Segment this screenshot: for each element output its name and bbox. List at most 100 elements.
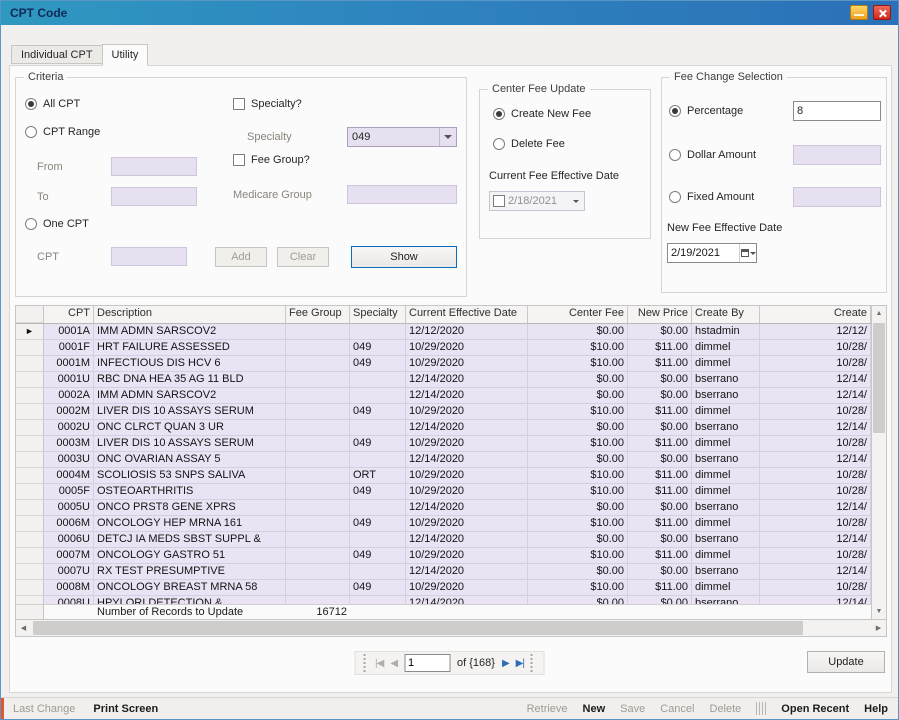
grid-row-selector[interactable] [16,452,44,468]
fixed-amount-radio[interactable]: Fixed Amount [669,191,754,203]
grid-cell[interactable]: dimmel [692,356,760,372]
grid-cell[interactable]: 12/14/2020 [406,452,528,468]
grid-cell[interactable]: HRT FAILURE ASSESSED [94,340,286,356]
grid-cell[interactable]: $0.00 [628,532,692,548]
grid-cell[interactable]: bserrano [692,596,760,604]
grid-cell[interactable] [350,324,406,340]
grid-cell[interactable] [350,388,406,404]
grid-cell[interactable]: 12/14/ [760,420,871,436]
grid-cell[interactable]: 0006M [44,516,94,532]
specialty-checkbox[interactable]: Specialty? [233,98,302,110]
grid-cell[interactable] [286,548,350,564]
grid-cell[interactable]: 12/14/ [760,564,871,580]
grid-cell[interactable]: 049 [350,356,406,372]
grid-cell[interactable]: ONC CLRCT QUAN 3 UR [94,420,286,436]
grid-cell[interactable]: 10/28/ [760,468,871,484]
grid-cell[interactable]: LIVER DIS 10 ASSAYS SERUM [94,436,286,452]
grid-cell[interactable]: 10/29/2020 [406,404,528,420]
grid-cell[interactable]: dimmel [692,580,760,596]
last-page-button[interactable] [516,658,524,669]
grid-row[interactable]: 0002AIMM ADMN SARSCOV212/14/2020$0.00$0.… [16,388,886,404]
grid-row[interactable]: 0008UHPYLORI DETECTION &12/14/2020$0.00$… [16,596,886,604]
grid-cell[interactable]: HPYLORI DETECTION & [94,596,286,604]
grid-row[interactable]: 0001MINFECTIOUS DIS HCV 604910/29/2020$1… [16,356,886,372]
cpt-range-radio[interactable]: CPT Range [25,126,100,138]
grid-cell[interactable] [350,500,406,516]
grid-cell[interactable]: 12/14/ [760,532,871,548]
grid-cell[interactable]: 10/29/2020 [406,468,528,484]
grid-row[interactable]: 0006MONCOLOGY HEP MRNA 16104910/29/2020$… [16,516,886,532]
grid-row-selector[interactable] [16,420,44,436]
grid-cell[interactable]: SCOLIOSIS 53 SNPS SALIVA [94,468,286,484]
grid-cell[interactable]: $0.00 [528,372,628,388]
grid-cell[interactable]: hstadmin [692,324,760,340]
grid-cell[interactable] [286,356,350,372]
scroll-right-icon[interactable]: ▶ [871,620,886,636]
grid-row-selector[interactable] [16,388,44,404]
grid-cell[interactable]: bserrano [692,452,760,468]
new-fee-date-picker[interactable]: 2/19/2021 [667,243,757,263]
grid-row-selector[interactable] [16,596,44,604]
current-fee-date-picker[interactable]: 2/18/2021 [489,191,585,211]
vertical-scroll-thumb[interactable] [873,323,885,433]
grid-cell[interactable]: $10.00 [528,548,628,564]
grid-header-cell[interactable]: Center Fee [528,306,628,323]
grid-cell[interactable]: 10/29/2020 [406,516,528,532]
scroll-down-icon[interactable]: ▼ [872,604,886,619]
grid-cell[interactable]: 0001A [44,324,94,340]
scroll-up-icon[interactable]: ▲ [872,306,886,321]
grid-cell[interactable]: 10/29/2020 [406,356,528,372]
grid-cell[interactable]: 10/28/ [760,404,871,420]
grid-cell[interactable]: dimmel [692,404,760,420]
grid-row[interactable]: 0007MONCOLOGY GASTRO 5104910/29/2020$10.… [16,548,886,564]
grid-cell[interactable] [286,532,350,548]
grid-cell[interactable] [286,468,350,484]
grid-cell[interactable]: 12/14/ [760,500,871,516]
grid-row[interactable]: 0003UONC OVARIAN ASSAY 512/14/2020$0.00$… [16,452,886,468]
calendar-dropdown-button[interactable] [739,244,756,262]
grid-cell[interactable]: IMM ADMN SARSCOV2 [94,324,286,340]
grid-cell[interactable]: 0001M [44,356,94,372]
grid-cell[interactable]: 049 [350,580,406,596]
grid-cell[interactable]: 0008M [44,580,94,596]
grid-cell[interactable]: 0004M [44,468,94,484]
grid-cell[interactable]: 0006U [44,532,94,548]
grid-header-cell[interactable]: Specialty [350,306,406,323]
grid-row[interactable]: 0008MONCOLOGY BREAST MRNA 5804910/29/202… [16,580,886,596]
grid-cell[interactable]: 0007U [44,564,94,580]
to-input[interactable] [111,187,197,206]
grid-cell[interactable]: $0.00 [628,596,692,604]
grid-cell[interactable]: 12/12/ [760,324,871,340]
medicare-group-input[interactable] [347,185,457,204]
grid-cell[interactable]: $0.00 [628,372,692,388]
grid-cell[interactable] [350,532,406,548]
grid-cell[interactable] [286,484,350,500]
grid-cell[interactable] [286,372,350,388]
grid-cell[interactable]: bserrano [692,388,760,404]
grid-header-cell[interactable]: Create [760,306,871,323]
grid-cell[interactable]: $11.00 [628,404,692,420]
grid-cell[interactable]: DETCJ IA MEDS SBST SUPPL & [94,532,286,548]
grid-cell[interactable]: $0.00 [528,564,628,580]
grid-cell[interactable]: 12/14/ [760,388,871,404]
grid-cell[interactable] [286,596,350,604]
percentage-radio[interactable]: Percentage [669,105,743,117]
grid-cell[interactable]: $0.00 [528,324,628,340]
dollar-amount-radio[interactable]: Dollar Amount [669,149,756,161]
grid-cell[interactable]: RBC DNA HEA 35 AG 11 BLD [94,372,286,388]
grid-row-selector[interactable] [16,468,44,484]
grid-cell[interactable]: $0.00 [528,420,628,436]
fixed-amount-input[interactable] [793,187,881,207]
grid-cell[interactable]: $0.00 [628,420,692,436]
grid-row-selector[interactable] [16,580,44,596]
grid-cell[interactable]: INFECTIOUS DIS HCV 6 [94,356,286,372]
grid-vertical-scrollbar[interactable]: ▲ ▼ [871,306,886,619]
grid-row-selector[interactable] [16,516,44,532]
grid-cell[interactable]: ORT [350,468,406,484]
add-button[interactable]: Add [215,247,267,267]
grid-cell[interactable]: $0.00 [628,452,692,468]
grid-row-selector[interactable] [16,372,44,388]
grid-row[interactable]: 0002MLIVER DIS 10 ASSAYS SERUM04910/29/2… [16,404,886,420]
fee-group-checkbox[interactable]: Fee Group? [233,154,310,166]
grid-cell[interactable]: 12/14/2020 [406,500,528,516]
